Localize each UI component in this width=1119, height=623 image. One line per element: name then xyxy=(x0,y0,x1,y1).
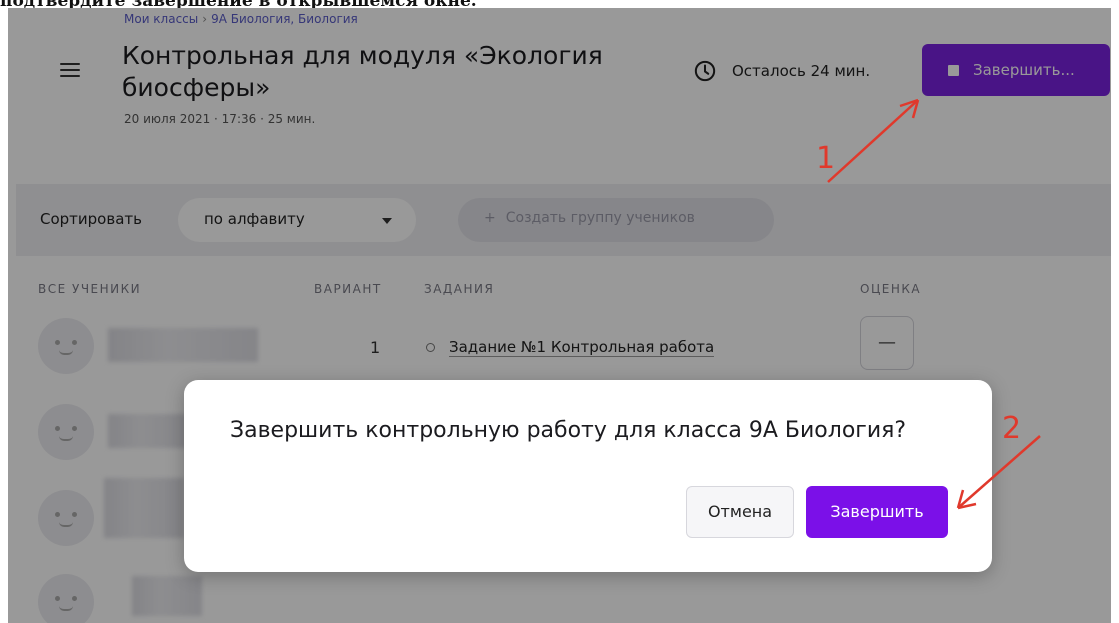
app-window: Мои классы › 9А Биология, Биология Контрол… xyxy=(8,8,1111,623)
confirm-dialog: Завершить контрольную работу для класса … xyxy=(184,380,992,572)
dialog-title: Завершить контрольную работу для класса … xyxy=(230,418,907,443)
confirm-finish-button[interactable]: Завершить xyxy=(806,486,948,538)
instruction-caption: подтвердите завершение в открывшемся окн… xyxy=(0,0,1119,8)
cancel-button[interactable]: Отмена xyxy=(686,486,794,538)
